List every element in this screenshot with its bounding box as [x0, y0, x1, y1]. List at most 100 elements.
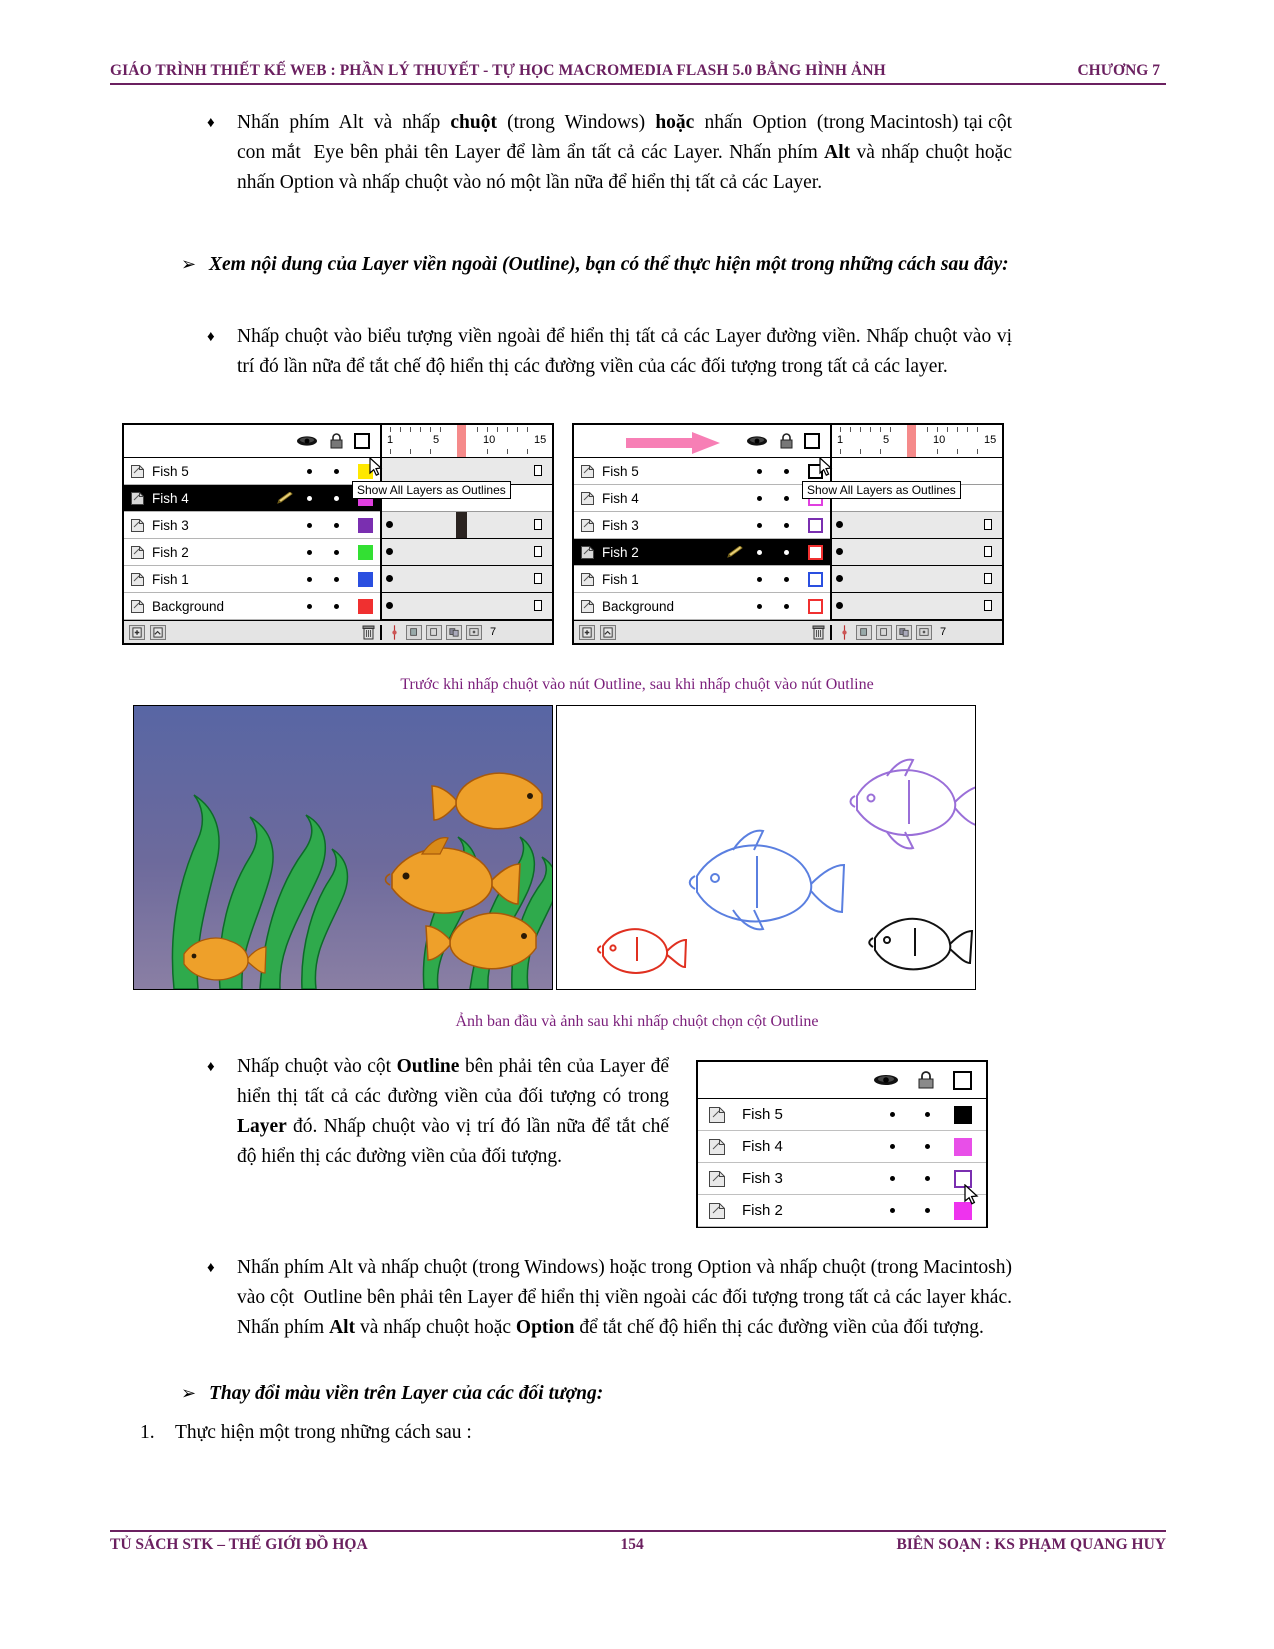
eye-toggle-cell[interactable] — [746, 603, 773, 609]
timeline-tracks-before[interactable]: 1 5 10 15 — [382, 425, 552, 620]
onion-skin-icon[interactable] — [406, 624, 422, 640]
layer-row-fish-3[interactable]: Fish 3 — [698, 1163, 986, 1195]
track-row[interactable] — [832, 539, 1002, 566]
delete-layer-trash-icon[interactable] — [812, 625, 825, 640]
show-all-layers-as-outlines-button[interactable] — [354, 433, 370, 449]
lock-toggle-cell[interactable] — [323, 603, 350, 609]
layer-row-fish-4[interactable]: Fish 4 — [124, 485, 380, 512]
layer-row-fish-2[interactable]: Fish 2 — [574, 539, 830, 566]
layer-row-fish-5[interactable]: Fish 5 — [124, 458, 380, 485]
lock-toggle-cell[interactable] — [773, 522, 800, 528]
show-all-layers-as-outlines-button[interactable] — [804, 433, 820, 449]
eye-toggle-cell[interactable] — [296, 603, 323, 609]
eye-toggle-cell[interactable] — [296, 576, 323, 582]
layer-row-fish-2[interactable]: Fish 2 — [698, 1195, 986, 1227]
lock-icon[interactable] — [779, 433, 794, 449]
lock-toggle-cell[interactable] — [773, 495, 800, 501]
tooltip-show-all-layers-as-outlines-before: Show All Layers as Outlines — [352, 481, 511, 499]
outline-color-cell[interactable] — [350, 517, 380, 533]
show-all-layers-as-outlines-button[interactable] — [953, 1070, 972, 1090]
eye-toggle-cell[interactable] — [746, 549, 773, 555]
onion-skin-icon[interactable] — [856, 624, 872, 640]
lock-toggle-cell[interactable] — [323, 495, 350, 501]
insert-layer-icon[interactable] — [129, 624, 145, 640]
outline-color-cell[interactable] — [350, 571, 380, 587]
lock-toggle-cell[interactable] — [323, 468, 350, 474]
toggle-cells[interactable] — [890, 1137, 986, 1156]
lock-toggle-cell[interactable] — [323, 549, 350, 555]
layer-row-fish-3[interactable]: Fish 3 — [574, 512, 830, 539]
modify-onion-markers-icon[interactable] — [466, 624, 482, 640]
eye-toggle-cell[interactable] — [746, 576, 773, 582]
playhead-before[interactable] — [457, 425, 466, 457]
track-row[interactable] — [832, 512, 1002, 539]
edit-multiple-frames-icon[interactable] — [446, 624, 462, 640]
outline-color-cell[interactable] — [800, 544, 830, 560]
outline-color-cell[interactable] — [800, 571, 830, 587]
ruler-label: 5 — [883, 434, 890, 446]
layer-row-fish-1[interactable]: Fish 1 — [124, 566, 380, 593]
insert-layer-icon[interactable] — [579, 624, 595, 640]
eye-toggle-cell[interactable] — [296, 468, 323, 474]
delete-layer-trash-icon[interactable] — [362, 625, 375, 640]
lock-toggle-cell[interactable] — [323, 522, 350, 528]
layer-row-fish-3[interactable]: Fish 3 — [124, 512, 380, 539]
add-motion-guide-icon[interactable] — [600, 624, 616, 640]
flash-timeline-panel-after[interactable]: Fish 5 Fish 4 Fish 3 Fish 2 Fish 1 Background… — [572, 423, 1004, 645]
eye-toggle-cell[interactable] — [296, 495, 323, 501]
timeline-ruler-before[interactable]: 1 5 10 15 — [382, 425, 552, 458]
layer-row-fish-2[interactable]: Fish 2 — [124, 539, 380, 566]
track-row[interactable] — [382, 512, 552, 539]
ruler-label: 1 — [837, 434, 844, 446]
layer-list-after[interactable]: Fish 5 Fish 4 Fish 3 Fish 2 Fish 1 Background — [574, 425, 832, 620]
onion-skin-outlines-icon[interactable] — [876, 624, 892, 640]
flash-timeline-panel-before[interactable]: Fish 5 Fish 4 Fish 3 Fish 2 Fish 1 Background… — [122, 423, 554, 645]
eye-icon[interactable] — [296, 434, 318, 448]
add-motion-guide-icon[interactable] — [150, 624, 166, 640]
layer-row-fish-5[interactable]: Fish 5 — [698, 1099, 986, 1131]
outline-color-cell[interactable] — [350, 598, 380, 614]
track-row[interactable] — [832, 593, 1002, 620]
layer-row-background[interactable]: Background — [574, 593, 830, 620]
eye-toggle-cell[interactable] — [746, 522, 773, 528]
eye-icon[interactable] — [873, 1072, 899, 1088]
track-row[interactable] — [382, 566, 552, 593]
lock-icon[interactable] — [917, 1070, 935, 1090]
outline-color-cell[interactable] — [350, 544, 380, 560]
paragraph-click-outline-column: Nhấp chuột vào cột Outline bên phải tên … — [237, 1056, 669, 1167]
lock-toggle-cell[interactable] — [773, 468, 800, 474]
onion-skin-outlines-icon[interactable] — [426, 624, 442, 640]
flash-layer-panel-small[interactable]: Fish 5 Fish 4 Fish 3 Fish 2 — [696, 1060, 988, 1228]
layer-row-background[interactable]: Background — [124, 593, 380, 620]
lock-toggle-cell[interactable] — [323, 576, 350, 582]
lock-toggle-cell[interactable] — [773, 549, 800, 555]
track-row[interactable] — [382, 593, 552, 620]
eye-toggle-cell[interactable] — [746, 495, 773, 501]
track-row[interactable] — [832, 566, 1002, 593]
modify-onion-markers-icon[interactable] — [916, 624, 932, 640]
timeline-ruler-after[interactable]: 1 5 10 15 — [832, 425, 1002, 458]
timeline-footer-before[interactable]: 7 — [124, 620, 552, 643]
toggle-cells[interactable] — [890, 1105, 986, 1124]
timeline-footer-after[interactable]: 7 — [574, 620, 1002, 643]
outline-color-cell[interactable] — [800, 517, 830, 533]
playhead-after[interactable] — [907, 425, 916, 457]
eye-icon[interactable] — [746, 434, 768, 448]
layer-row-fish-5[interactable]: Fish 5 — [574, 458, 830, 485]
layer-row-fish-1[interactable]: Fish 1 — [574, 566, 830, 593]
lock-toggle-cell[interactable] — [773, 576, 800, 582]
edit-multiple-frames-icon[interactable] — [896, 624, 912, 640]
lock-toggle-cell[interactable] — [773, 603, 800, 609]
lock-icon[interactable] — [329, 433, 344, 449]
layer-row-fish-4[interactable]: Fish 4 — [574, 485, 830, 512]
eye-toggle-cell[interactable] — [746, 468, 773, 474]
onion-skin-marker-icon[interactable] — [386, 624, 402, 640]
track-row[interactable] — [382, 539, 552, 566]
eye-toggle-cell[interactable] — [296, 549, 323, 555]
timeline-tracks-after[interactable]: 1 5 10 15 — [832, 425, 1002, 620]
layer-row-fish-4[interactable]: Fish 4 — [698, 1131, 986, 1163]
onion-skin-marker-icon[interactable] — [836, 624, 852, 640]
layer-list-before[interactable]: Fish 5 Fish 4 Fish 3 Fish 2 Fish 1 Background — [124, 425, 382, 620]
outline-color-cell[interactable] — [800, 598, 830, 614]
eye-toggle-cell[interactable] — [296, 522, 323, 528]
